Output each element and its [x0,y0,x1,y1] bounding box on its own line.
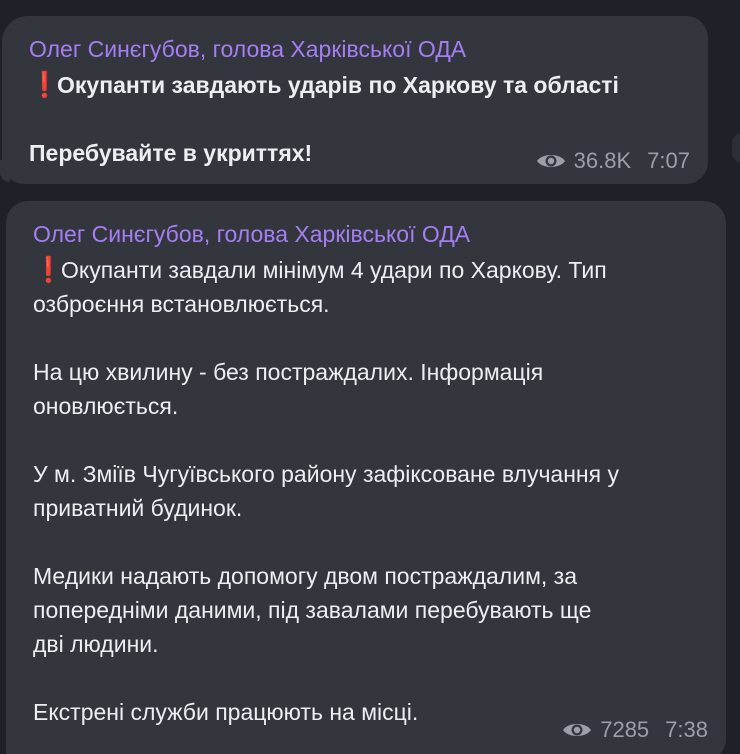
message-bubble[interactable]: Олег Синєгубов, голова Харківської ОДА ❗… [6,201,726,754]
sender-name[interactable]: Олег Синєгубов, голова Харківської ОДА [29,33,688,65]
exclamation-icon: ❗ [29,71,61,99]
message-text: У м. Зміїв Чугуївського району зафіксова… [33,461,619,487]
message-text: На цю хвилину - без постраждалих. Інформ… [33,359,544,385]
message-bubble[interactable]: Олег Синєгубов, голова Харківської ОДА ❗… [2,16,708,184]
message-text: приватний будинок. [33,495,243,521]
message-line: ❗Окупанти завдали мінімум 4 удари по Хар… [33,253,706,287]
view-count: 7285 [600,717,650,742]
message-text: Окупанти завдають ударів по Харкову та о… [57,72,619,98]
message-time: 7:07 [647,148,690,173]
sender-name[interactable]: Олег Синєгубов, голова Харківської ОДА [33,218,706,250]
eye-icon [563,724,592,736]
eye-icon [536,155,565,167]
message-text: Окупанти завдали мінімум 4 удари по Харк… [61,257,607,283]
scroll-edge-peek [732,133,740,163]
chat-window: Олег Синєгубов, голова Харківської ОДА ❗… [0,0,740,754]
message-text: попередніми даними, під завалами перебув… [33,597,592,623]
message-text: Медики надають допомогу двом постраждали… [33,563,578,589]
message-text: озброєння встановлюється. [33,291,330,317]
view-count: 36.8K [573,148,632,173]
message-time: 7:38 [665,717,708,742]
message-meta: 36.8K 7:07 [536,148,690,174]
message-line: ❗Окупанти завдають ударів по Харкову та … [29,68,688,102]
exclamation-icon: ❗ [33,256,65,284]
message-meta: 7285 7:38 [562,717,708,743]
message-text: дві людини. [33,631,159,657]
message-text: оновлюється. [33,393,179,419]
